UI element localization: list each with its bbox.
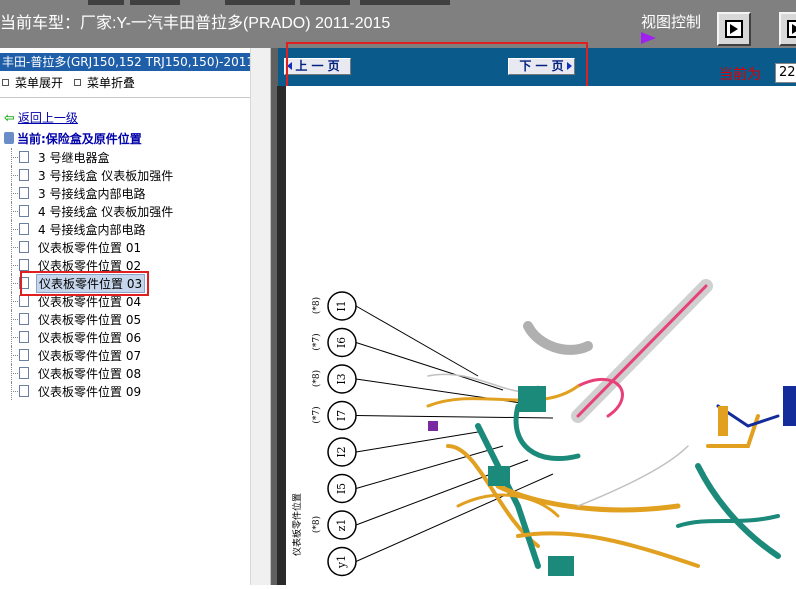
callout-id: I1 [335, 300, 348, 311]
callout-note: (*7) [311, 333, 322, 350]
document-icon [19, 169, 29, 181]
document-icon [19, 223, 29, 235]
current-page-input[interactable]: 22 [775, 63, 796, 83]
document-icon [19, 367, 29, 379]
arrow-box-icon [787, 20, 796, 38]
tree-item[interactable]: 3 号继电器盒 [0, 148, 250, 166]
document-icon [19, 241, 29, 253]
tree-item[interactable]: 4 号接线盒内部电路 [0, 220, 250, 238]
document-icon [19, 349, 29, 361]
tree-item-label: 3 号继电器盒 [38, 151, 110, 165]
tree-item-label: 仪表板零件位置 05 [38, 313, 142, 327]
document-icon [19, 259, 29, 271]
expand-menu-button[interactable]: 菜单展开 [2, 74, 63, 91]
harness-drawing [426, 279, 796, 576]
callout-note: (*8) [311, 370, 322, 387]
tree-item[interactable]: 仪表板零件位置 09 [0, 382, 250, 400]
current-folder: 当前:保险盒及原件位置 [4, 130, 142, 147]
document-icon [19, 295, 29, 307]
arrow-box-icon [725, 20, 743, 38]
expand-icon [2, 79, 9, 86]
tab-4[interactable] [300, 0, 350, 5]
tree-item[interactable]: 仪表板零件位置 01 [0, 238, 250, 256]
tree-item[interactable]: 3 号接线盒 仪表板加强件 [0, 166, 250, 184]
tab-strip [0, 0, 470, 5]
tree-item-label: 3 号接线盒 仪表板加强件 [38, 169, 174, 183]
callout-id: I3 [335, 373, 348, 384]
sidebar: 丰田-普拉多(GRJ150,152 TRJ150,150)-2011 菜单展开 … [0, 48, 271, 585]
sidebar-scrollbar[interactable] [250, 48, 270, 585]
tree-item[interactable]: 仪表板零件位置 08 [0, 364, 250, 382]
tree-item-label: 仪表板零件位置 06 [38, 331, 142, 345]
collapse-icon [74, 79, 81, 86]
tab-1[interactable] [88, 0, 124, 5]
document-icon [19, 313, 29, 325]
folder-icon [4, 132, 14, 144]
callout-id: y1 [335, 555, 348, 569]
divider [0, 97, 250, 98]
diagram-page: I1 I6 (*8) I3 (*7) I7 (*8) I2 (*7) I5 z1 y1 (*8) 仪表板零… [278, 86, 796, 585]
highlight-box [20, 271, 149, 296]
tree-item-label: 仪表板零件位置 08 [38, 367, 142, 381]
tree-item[interactable]: 仪表板零件位置 06 [0, 328, 250, 346]
tree-item[interactable]: 3 号接线盒内部电路 [0, 184, 250, 202]
document-icon [19, 385, 29, 397]
current-page-label: 当前为 [719, 67, 761, 83]
tree-item-label: 3 号接线盒内部电路 [38, 187, 146, 201]
tree-item[interactable]: 仪表板零件位置 05 [0, 310, 250, 328]
document-icon [19, 187, 29, 199]
tab-2[interactable] [130, 0, 180, 5]
tree-item-label: 仪表板零件位置 01 [38, 241, 142, 255]
document-icon [19, 205, 29, 217]
model-selector[interactable]: 丰田-普拉多(GRJ150,152 TRJ150,150)-2011 [0, 53, 250, 71]
top-bar: 当前车型：厂家:Y-一汽丰田普拉多(PRADO) 2011-2015 视图控制 [0, 0, 796, 48]
callout-note: (*7) [311, 406, 322, 423]
tree-item-label: 4 号接线盒内部电路 [38, 223, 146, 237]
back-link[interactable]: ⇦ 返回上一级 [4, 109, 78, 126]
leader-line [355, 415, 554, 419]
view-control-button-1[interactable] [717, 12, 751, 46]
main-panel: 上 一 页 下 一 页 当前为 22 I1 I6 (*8) I3 (*7) I7 (*8) I… [271, 42, 796, 585]
callout-id: I7 [335, 410, 348, 421]
leader-line [355, 342, 504, 391]
page-nav-bar: 上 一 页 下 一 页 当前为 22 [278, 42, 796, 107]
back-arrow-icon: ⇦ [4, 111, 15, 126]
diagram-side-label: 仪表板零件位置 [291, 493, 303, 556]
tree-item[interactable]: 4 号接线盒 仪表板加强件 [0, 202, 250, 220]
collapse-menu-button[interactable]: 菜单折叠 [74, 74, 135, 91]
leader-line [355, 445, 504, 489]
tree-item-label: 仪表板零件位置 07 [38, 349, 142, 363]
tab-3[interactable] [225, 0, 295, 5]
callout-id: I6 [335, 337, 348, 348]
tree-item-label: 仪表板零件位置 09 [38, 385, 142, 399]
play-triangle-icon[interactable] [641, 32, 656, 44]
callout-note: (*8) [311, 297, 322, 314]
leader-line [355, 305, 479, 377]
tree-item[interactable]: 仪表板零件位置 07 [0, 346, 250, 364]
vehicle-title: 当前车型：厂家:Y-一汽丰田普拉多(PRADO) 2011-2015 [0, 15, 391, 32]
callout-id: I5 [335, 483, 348, 494]
document-icon [19, 151, 29, 163]
callout-note: (*8) [311, 516, 322, 533]
callout-id: I2 [335, 446, 348, 457]
page-shadow-bar [277, 86, 286, 585]
tab-5[interactable] [360, 0, 450, 5]
wiring-diagram: I1 I6 (*8) I3 (*7) I7 (*8) I2 (*7) I5 z1 y1 (*8) 仪表板零… [291, 279, 796, 577]
view-control-button-2[interactable] [779, 12, 796, 46]
view-control-label: 视图控制 [641, 13, 702, 31]
tree-item-label: 4 号接线盒 仪表板加强件 [38, 205, 174, 219]
document-icon [19, 331, 29, 343]
callout-id: z1 [335, 519, 348, 532]
